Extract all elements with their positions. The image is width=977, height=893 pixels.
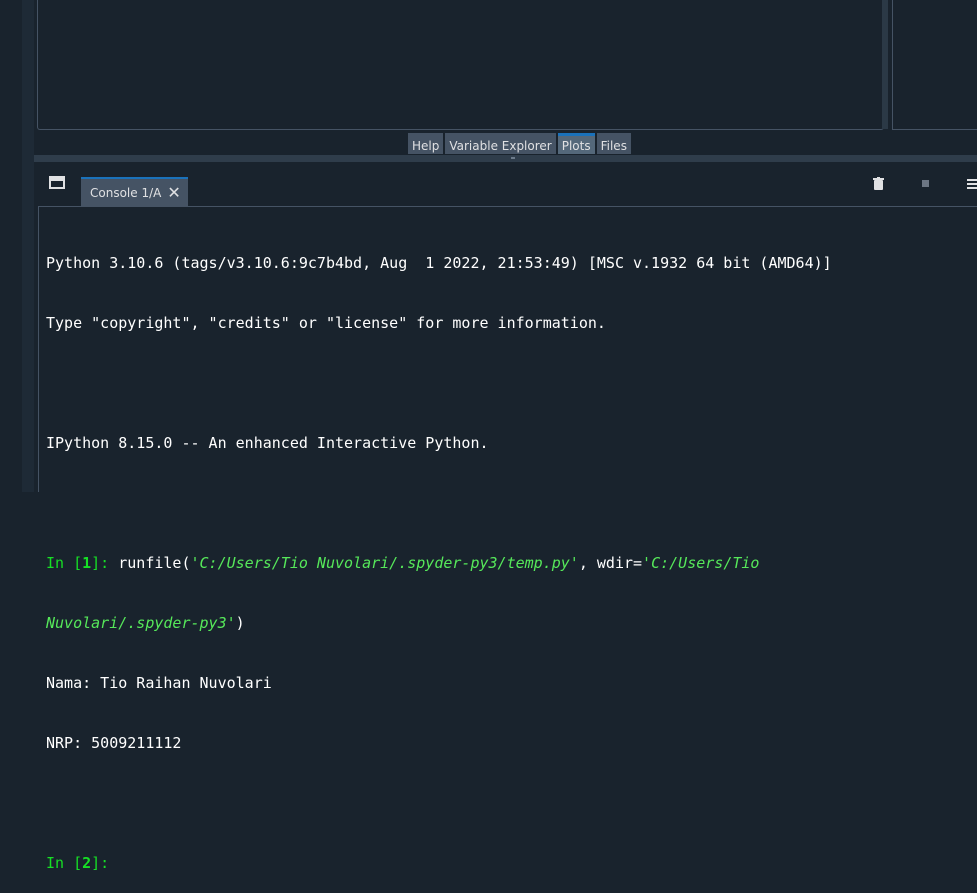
prompt-number: 2 bbox=[82, 854, 92, 872]
tab-variable-explorer[interactable]: Variable Explorer bbox=[445, 133, 556, 154]
prompt-prefix: In [ bbox=[46, 854, 83, 872]
plots-pane bbox=[37, 0, 884, 130]
prompt-suffix: ]: bbox=[91, 554, 119, 572]
stop-icon[interactable] bbox=[922, 180, 929, 187]
command-arg: , wdir= bbox=[578, 554, 643, 572]
console-output-line: NRP: 5009211112 bbox=[46, 734, 182, 752]
command-close: ) bbox=[235, 614, 245, 632]
console-input-continuation: Nuvolari/.spyder-py3') bbox=[46, 613, 971, 633]
close-icon[interactable]: ✕ bbox=[167, 184, 180, 201]
trash-icon[interactable] bbox=[873, 177, 884, 190]
console-line: Type "copyright", "credits" or "license"… bbox=[46, 314, 606, 332]
command-string: 'C:/Users/Tio bbox=[642, 554, 760, 572]
console-line: IPython 8.15.0 -- An enhanced Interactiv… bbox=[46, 434, 489, 452]
plots-scrollbar[interactable] bbox=[882, 0, 888, 129]
tab-plots[interactable]: Plots bbox=[557, 133, 595, 154]
console-line: Python 3.10.6 (tags/v3.10.6:9c7b4bd, Aug… bbox=[46, 254, 832, 272]
console-input-line[interactable]: In [2]: bbox=[46, 853, 971, 873]
tab-files[interactable]: Files bbox=[596, 133, 631, 154]
prompt-number: 1 bbox=[82, 554, 92, 572]
prompt-prefix: In [ bbox=[46, 554, 83, 572]
prompt-suffix: ]: bbox=[91, 854, 110, 872]
tab-console[interactable]: Console 1/A ✕ bbox=[81, 177, 188, 206]
tab-help[interactable]: Help bbox=[408, 133, 444, 154]
console-output: Python 3.10.6 (tags/v3.10.6:9c7b4bd, Aug… bbox=[46, 213, 971, 893]
console-input-line: In [1]: runfile('C:/Users/Tio Nuvolari/.… bbox=[46, 553, 971, 573]
pane-splitter[interactable] bbox=[34, 155, 977, 162]
console-output-line: Nama: Tio Raihan Nuvolari bbox=[46, 674, 272, 692]
pane-tabbar: Help Variable Explorer Plots Files bbox=[408, 133, 631, 154]
undock-icon[interactable] bbox=[49, 176, 65, 189]
menu-icon[interactable] bbox=[967, 179, 977, 189]
command-string: Nuvolari/.spyder-py3' bbox=[46, 614, 236, 632]
command-string: 'C:/Users/Tio Nuvolari/.spyder-py3/temp.… bbox=[190, 554, 579, 572]
right-pane bbox=[892, 0, 977, 130]
left-gutter bbox=[22, 0, 34, 492]
command-func: runfile( bbox=[118, 554, 191, 572]
left-toolbar-strip bbox=[0, 0, 23, 492]
splitter-handle bbox=[511, 157, 515, 159]
console-tab-label: Console 1/A bbox=[90, 185, 162, 200]
